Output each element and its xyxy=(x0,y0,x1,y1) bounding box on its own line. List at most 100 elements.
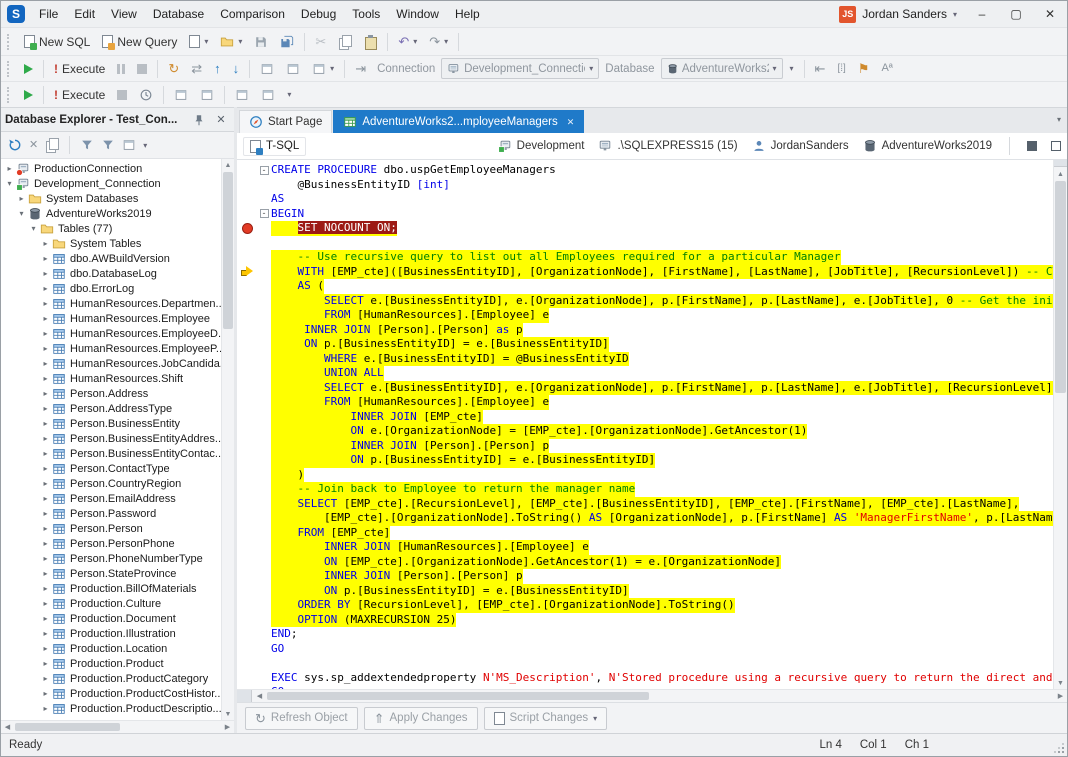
tree-item-production-productcategory[interactable]: ▸Production.ProductCategory xyxy=(1,671,221,686)
change-case-button[interactable]: Aª xyxy=(876,58,897,79)
tree-item-tables-77[interactable]: ▾Tables (77) xyxy=(1,221,221,236)
tsql-view-button[interactable]: T-SQL xyxy=(243,137,306,156)
close-button[interactable]: ✕ xyxy=(1033,1,1067,27)
chevron-right-icon[interactable]: ▸ xyxy=(40,554,51,563)
tree-item-person-phonenumbertype[interactable]: ▸Person.PhoneNumberType xyxy=(1,551,221,566)
chevron-down-icon[interactable]: ▾ xyxy=(28,224,39,233)
navigate-next-button[interactable]: ↓ xyxy=(228,58,245,79)
tree-item-humanresources-employee[interactable]: ▸HumanResources.Employee xyxy=(1,311,221,326)
redo-button[interactable]: ↷▾ xyxy=(424,31,453,52)
pause-button[interactable] xyxy=(112,58,130,79)
toolbar-grip[interactable] xyxy=(7,87,12,103)
code-line[interactable]: SELECT e.[BusinessEntityID], e.[Organiza… xyxy=(237,381,1053,396)
code-line[interactable]: ON [EMP_cte].[OrganizationNode].GetAnces… xyxy=(237,555,1053,570)
chevron-right-icon[interactable]: ▸ xyxy=(40,254,51,263)
menu-database[interactable]: Database xyxy=(145,3,212,25)
chevron-right-icon[interactable]: ▸ xyxy=(40,479,51,488)
editor-horizontal-scrollbar[interactable]: ◀ ▶ xyxy=(237,689,1067,702)
tab-adventureworks-document[interactable]: AdventureWorks2...mployeeManagers ✕ xyxy=(333,110,584,133)
chevron-down-icon[interactable]: ▾ xyxy=(4,179,15,188)
tree-item-dbo-awbuildversion[interactable]: ▸dbo.AWBuildVersion xyxy=(1,251,221,266)
tree-item-humanresources-jobcandida[interactable]: ▸HumanResources.JobCandida... xyxy=(1,356,221,371)
fold-toggle[interactable]: - xyxy=(260,166,269,175)
chevron-right-icon[interactable]: ▸ xyxy=(40,584,51,593)
code-line[interactable]: UNION ALL xyxy=(237,366,1053,381)
duplicate-icon[interactable] xyxy=(45,138,59,152)
chevron-right-icon[interactable]: ▸ xyxy=(40,539,51,548)
menu-comparison[interactable]: Comparison xyxy=(212,3,293,25)
chevron-right-icon[interactable]: ▸ xyxy=(40,314,51,323)
database-select[interactable]: AdventureWorks20... ▾ xyxy=(661,58,783,79)
chevron-right-icon[interactable]: ▸ xyxy=(40,389,51,398)
code-line[interactable]: INNER JOIN [Person].[Person] p xyxy=(237,569,1053,584)
code-line[interactable]: INNER JOIN [Person].[Person] as p xyxy=(237,323,1053,338)
save-button[interactable] xyxy=(249,31,273,52)
chevron-right-icon[interactable]: ▸ xyxy=(40,344,51,353)
code-line[interactable]: OPTION (MAXRECURSION 25) xyxy=(237,613,1053,628)
code-line[interactable]: ORDER BY [RecursionLevel], [EMP_cte].[Or… xyxy=(237,598,1053,613)
minimize-button[interactable]: – xyxy=(965,1,999,27)
tree-item-production-culture[interactable]: ▸Production.Culture xyxy=(1,596,221,611)
code-line[interactable]: AS xyxy=(237,192,1053,207)
undo-button[interactable]: ↶▾ xyxy=(393,31,422,52)
chevron-right-icon[interactable]: ▸ xyxy=(16,194,27,203)
watches-window-button[interactable] xyxy=(195,84,219,105)
code-line[interactable]: INNER JOIN [HumanResources].[Employee] e xyxy=(237,540,1053,555)
debug-execute-button[interactable] xyxy=(19,84,38,105)
tree-item-person-businessentitycontac[interactable]: ▸Person.BusinessEntityContac... xyxy=(1,446,221,461)
chevron-right-icon[interactable]: ▸ xyxy=(40,599,51,608)
code-line[interactable]: -- Use recursive query to list out all E… xyxy=(237,250,1053,265)
history-button[interactable] xyxy=(134,84,158,105)
tree-item-person-emailaddress[interactable]: ▸Person.EmailAddress xyxy=(1,491,221,506)
tree-item-person-personphone[interactable]: ▸Person.PersonPhone xyxy=(1,536,221,551)
tree-vertical-scrollbar[interactable]: ▲ ▼ xyxy=(221,159,234,720)
code-line[interactable]: EXEC sys.sp_addextendedproperty N'MS_Des… xyxy=(237,671,1053,686)
code-line[interactable]: END; xyxy=(237,627,1053,642)
tree-item-production-productcosthistor[interactable]: ▸Production.ProductCostHistor... xyxy=(1,686,221,701)
database-indicator[interactable]: AdventureWorks2019 xyxy=(863,139,992,153)
chevron-right-icon[interactable]: ▸ xyxy=(40,629,51,638)
chevron-right-icon[interactable]: ▸ xyxy=(40,359,51,368)
execute-button[interactable] xyxy=(19,58,38,79)
code-line[interactable]: FROM [EMP_cte] xyxy=(237,526,1053,541)
tree-item-dbo-databaselog[interactable]: ▸dbo.DatabaseLog xyxy=(1,266,221,281)
combo-overflow-button[interactable]: ▾ xyxy=(785,58,799,79)
tree-item-adventureworks2019[interactable]: ▾AdventureWorks2019 xyxy=(1,206,221,221)
attach-debugger-button[interactable]: ⇥ xyxy=(350,58,371,79)
menu-view[interactable]: View xyxy=(103,3,145,25)
bookmark-button[interactable]: ⚑ xyxy=(853,58,875,79)
menu-help[interactable]: Help xyxy=(447,3,488,25)
tree-item-production-productdescriptio[interactable]: ▸Production.ProductDescriptio... xyxy=(1,701,221,716)
chevron-right-icon[interactable]: ▸ xyxy=(40,374,51,383)
tree-item-production-location[interactable]: ▸Production.Location xyxy=(1,641,221,656)
results-grid-button[interactable] xyxy=(255,58,279,79)
open-button[interactable]: ▾ xyxy=(215,31,247,52)
code-line[interactable]: -- Join back to Employee to return the m… xyxy=(237,482,1053,497)
navigate-previous-button[interactable]: ↑ xyxy=(209,58,226,79)
tree-item-productionconnection[interactable]: ▸ProductionConnection xyxy=(1,161,221,176)
code-line[interactable]: INNER JOIN [EMP_cte] xyxy=(237,410,1053,425)
code-line[interactable]: SELECT e.[BusinessEntityID], e.[Organiza… xyxy=(237,294,1053,309)
code-line[interactable]: [EMP_cte].[OrganizationNode].ToString() … xyxy=(237,511,1053,526)
refresh-icon[interactable] xyxy=(8,138,22,152)
code-line[interactable]: -BEGIN xyxy=(237,207,1053,222)
chevron-right-icon[interactable]: ▸ xyxy=(40,419,51,428)
output-window-button[interactable] xyxy=(256,84,280,105)
tree-item-system-tables[interactable]: ▸System Tables xyxy=(1,236,221,251)
options-icon[interactable] xyxy=(122,138,136,152)
chevron-right-icon[interactable]: ▸ xyxy=(40,689,51,698)
format-document-button[interactable]: ⇤ xyxy=(810,58,831,79)
editor-split-handle[interactable] xyxy=(1054,160,1067,167)
chevron-right-icon[interactable]: ▸ xyxy=(40,614,51,623)
apply-changes-button[interactable]: ⇑ Apply Changes xyxy=(364,707,478,730)
tree-item-humanresources-employeep[interactable]: ▸HumanResources.EmployeeP... xyxy=(1,341,221,356)
code-line[interactable]: -CREATE PROCEDURE dbo.uspGetEmployeeMana… xyxy=(237,163,1053,178)
refresh-schema-button[interactable]: ↻ xyxy=(163,58,184,79)
code-line[interactable] xyxy=(237,656,1053,671)
new-sql-button[interactable]: New SQL xyxy=(19,31,95,52)
execute-options-button[interactable]: !Execute xyxy=(49,58,110,79)
tree-item-development-connection[interactable]: ▾Development_Connection xyxy=(1,176,221,191)
filter-add-icon[interactable] xyxy=(80,138,94,152)
script-changes-button[interactable]: Script Changes ▾ xyxy=(484,707,608,730)
debug-execute-options-button[interactable]: !Execute xyxy=(49,84,110,105)
